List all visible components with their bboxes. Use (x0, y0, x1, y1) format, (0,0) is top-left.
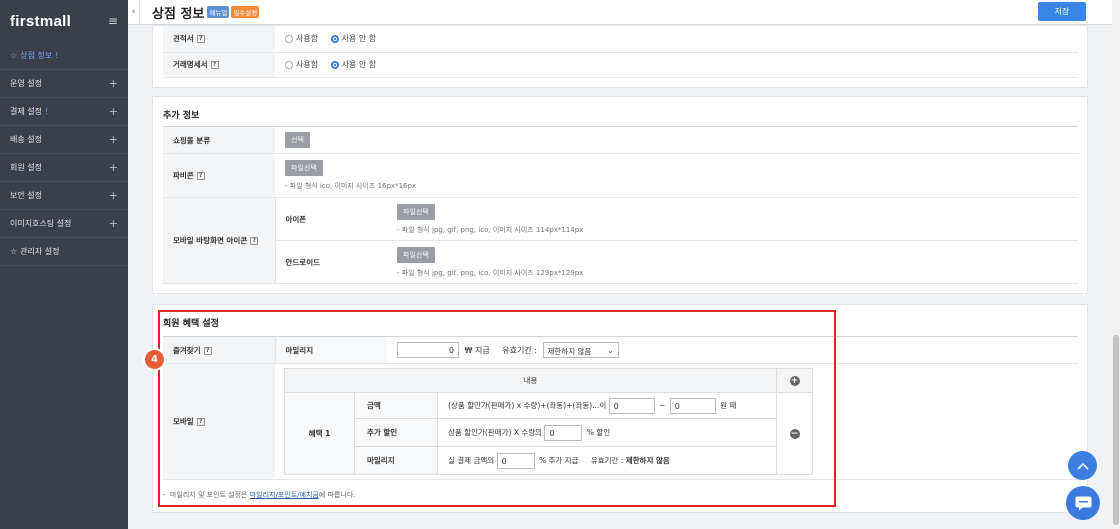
document-settings-panel: 견적서? 사용함 사용 안 함 거래명세서? 사용함 사용 안 함 (152, 25, 1088, 88)
sidebar-item-0[interactable]: ☆ 상점 정보! (0, 42, 128, 70)
extra-info-title: 추가 정보 (163, 111, 200, 121)
required-settings-badge[interactable]: 필수설정 (231, 6, 260, 18)
sidebar-item-label: 운영 설정 (10, 79, 42, 88)
sidebar-menu: ☆ 상점 정보! 운영 설정 + 결제 설정! + 배송 설정 + 회원 설정 + 보안 설정 + 이미… (0, 42, 128, 266)
document-settings-table: 견적서? 사용함 사용 안 함 거래명세서? 사용함 사용 안 함 (163, 26, 1078, 78)
sidebar-item-2[interactable]: 결제 설정! + (0, 98, 128, 126)
help-icon[interactable]: ? (210, 61, 219, 69)
android-file-button[interactable]: 파일선택 (397, 246, 435, 263)
iphone-file-button[interactable]: 파일선택 (397, 203, 435, 220)
expand-plus-icon[interactable]: + (109, 77, 118, 90)
category-label: 쇼핑몰 분류 (163, 126, 275, 154)
expand-plus-icon[interactable]: + (109, 105, 118, 118)
sidebar-item-label: 이미지호스팅 설정 (10, 219, 72, 228)
alert-mark: ! (55, 51, 59, 60)
star-icon: ☆ (10, 51, 18, 60)
favicon-file-button[interactable]: 파일선택 (285, 160, 323, 176)
sidebar-item-5[interactable]: 보안 설정 + (0, 182, 128, 210)
statement-use-radio[interactable]: 사용함 (285, 60, 318, 69)
statement-label: 거래명세서 (173, 60, 208, 69)
statement-row: 거래명세서? 사용함 사용 안 함 (163, 52, 1078, 78)
radio-icon[interactable] (285, 60, 293, 69)
radio-checked-icon[interactable] (330, 34, 339, 43)
radio-checked-icon[interactable] (330, 60, 339, 69)
save-button[interactable]: 저장 (1038, 2, 1086, 21)
android-icon-row: 안드로이드 파일선택 - 파일 형식 jpg, gif, png, ico, 이… (163, 240, 1078, 284)
help-icon[interactable]: ? (196, 35, 205, 44)
android-label: 안드로이드 (274, 240, 387, 284)
favicon-hint: - 파일 형식 ico, 이미지 사이즈 16px*16px (285, 182, 417, 190)
back-icon[interactable]: ‹ (128, 0, 140, 25)
statement-nouse-radio[interactable]: 사용 안 함 (330, 60, 376, 69)
sidebar-item-1[interactable]: 운영 설정 + (0, 70, 128, 98)
up-arrow-icon (1076, 462, 1089, 470)
page-scrollbar[interactable] (1112, 0, 1120, 529)
favicon-label: 파비콘 (173, 171, 194, 180)
estimate-row: 견적서? 사용함 사용 안 함 (163, 26, 1078, 53)
top-bar: ‹ 상점 정보 매뉴얼 필수설정 저장 (128, 0, 1120, 25)
scroll-top-button[interactable] (1068, 451, 1097, 480)
mobile-icon-label: 모바일 바탕화면 아이콘 (173, 236, 248, 245)
expand-plus-icon[interactable]: + (109, 217, 118, 230)
favicon-row: 파비콘? 파일선택 - 파일 형식 ico, 이미지 사이즈 16px*16px (163, 153, 1078, 198)
sidebar-item-label: 회원 설정 (10, 163, 42, 172)
sidebar-item-4[interactable]: 회원 설정 + (0, 154, 128, 182)
help-icon[interactable]: ? (196, 172, 205, 180)
extra-info-panel: 추가 정보 쇼핑몰 분류 선택 파비콘? 파일선택 - 파일 형식 ico, 이… (152, 96, 1088, 294)
alert-mark: ! (44, 107, 49, 116)
sidebar-header: firstmall ≡ (0, 0, 128, 42)
star-icon: ☆ (10, 247, 18, 256)
sidebar: firstmall ≡ ☆ 상점 정보! 운영 설정 + 결제 설정! + 배송 설정 + 회원… (0, 0, 128, 529)
category-row: 쇼핑몰 분류 선택 (163, 126, 1078, 154)
sidebar-item-label: 관리자 설정 (20, 247, 60, 256)
android-hint: - 파일 형식 jpg, gif, png, ico, 이미지 사이즈 129p… (397, 268, 584, 277)
chat-icon (1075, 496, 1091, 510)
scrollbar-thumb[interactable] (1113, 335, 1119, 525)
menu-toggle-icon[interactable]: ≡ (108, 14, 118, 28)
iphone-label: 아이폰 (274, 197, 387, 241)
estimate-label: 견적서 (173, 34, 194, 44)
estimate-use-radio[interactable]: 사용함 (285, 34, 318, 43)
sidebar-item-label: 보안 설정 (10, 191, 42, 200)
expand-plus-icon[interactable]: + (109, 161, 118, 174)
highlight-box (158, 310, 836, 507)
extra-info-table: 쇼핑몰 분류 선택 파비콘? 파일선택 - 파일 형식 ico, 이미지 사이즈… (163, 126, 1078, 284)
sidebar-item-label: 상점 정보 (20, 51, 53, 60)
help-icon[interactable]: ? (250, 237, 259, 245)
sidebar-item-label: 결제 설정 (10, 107, 42, 116)
expand-plus-icon[interactable]: + (109, 133, 118, 146)
sidebar-item-3[interactable]: 배송 설정 + (0, 126, 128, 154)
radio-icon[interactable] (285, 34, 293, 43)
expand-plus-icon[interactable]: + (109, 189, 118, 202)
iphone-icon-row: 모바일 바탕화면 아이콘? 아이폰 파일선택 - 파일 형식 jpg, gif,… (163, 197, 1078, 284)
sidebar-item-7[interactable]: ☆ 관리자 설정 (0, 238, 128, 266)
estimate-nouse-radio[interactable]: 사용 안 함 (330, 34, 376, 43)
manual-badge[interactable]: 매뉴얼 (207, 6, 230, 18)
iphone-hint: - 파일 형식 jpg, gif, png, ico, 이미지 사이즈 114p… (397, 225, 584, 234)
chat-button[interactable] (1066, 486, 1100, 520)
logo[interactable]: firstmall (10, 13, 71, 30)
sidebar-item-label: 배송 설정 (10, 135, 42, 144)
sidebar-item-6[interactable]: 이미지호스팅 설정 + (0, 210, 128, 238)
step-number-badge: 4 (145, 350, 164, 369)
category-select-button[interactable]: 선택 (285, 132, 310, 148)
page-title: 상점 정보 (152, 6, 205, 22)
